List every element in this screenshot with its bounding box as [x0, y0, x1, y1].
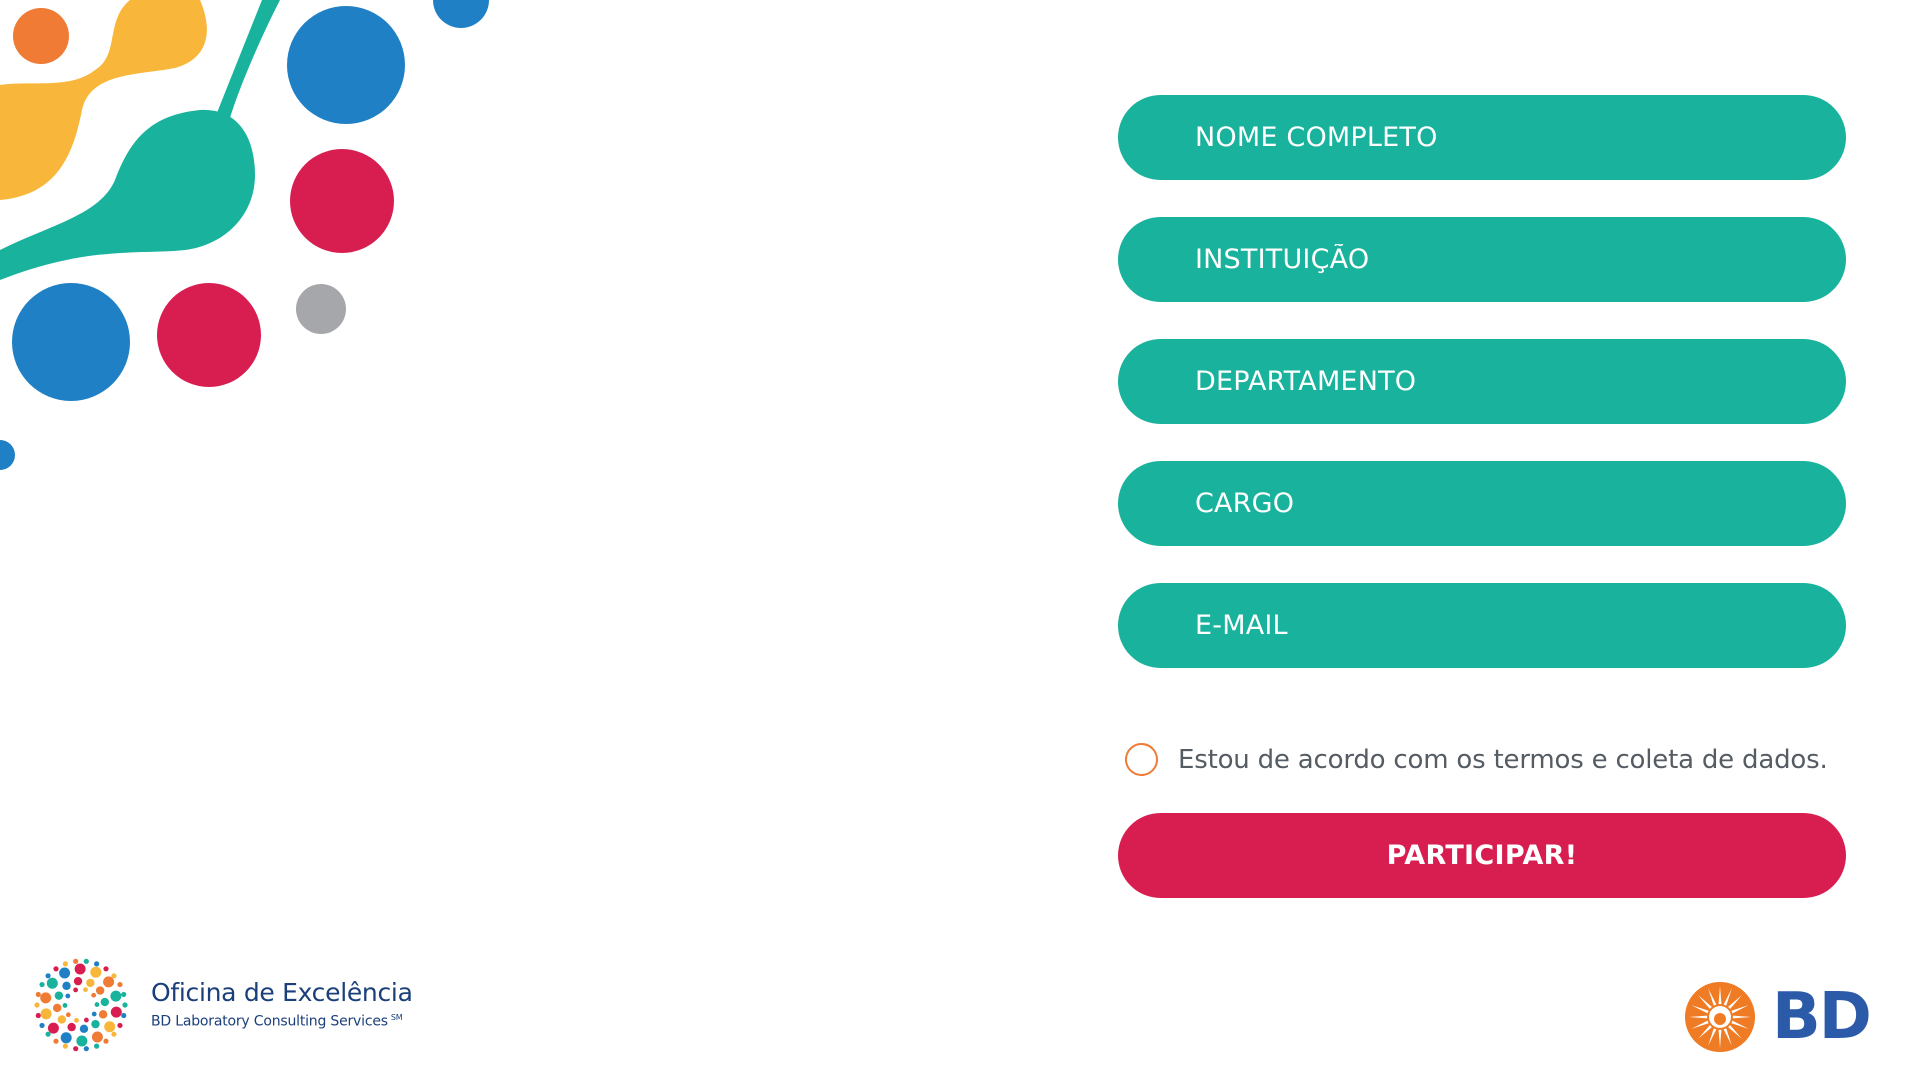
logo-dot	[121, 991, 127, 998]
blue-dot	[12, 283, 130, 401]
logo-dot	[83, 1046, 89, 1052]
logo-dot	[100, 997, 110, 1007]
oficina-brand-subtitle-text: BD Laboratory Consulting Services	[151, 1013, 388, 1030]
logo-dot	[53, 966, 59, 972]
logo-dot	[117, 1022, 123, 1029]
logo-dot	[47, 1022, 59, 1034]
logo-dot	[83, 1017, 89, 1023]
logo-dot	[73, 976, 83, 986]
logo-dot	[103, 1038, 109, 1044]
logo-dot	[39, 981, 45, 988]
orange-dot	[13, 8, 69, 64]
logo-dot	[94, 1043, 100, 1049]
bd-sun-core	[1714, 1013, 1726, 1025]
decorative-shapes	[0, 0, 489, 470]
logo-dot	[91, 1031, 103, 1043]
logo-dot	[60, 1032, 72, 1044]
institution-input[interactable]	[1118, 217, 1846, 302]
consent-row[interactable]: Estou de acordo com os termos e coleta d…	[1125, 743, 1828, 776]
logo-dot	[121, 1012, 127, 1019]
logo-dot	[74, 1017, 79, 1023]
consent-label: Estou de acordo com os termos e coleta d…	[1178, 744, 1828, 775]
logo-dot	[46, 977, 58, 989]
logo-dot	[76, 1035, 88, 1047]
logo-dot	[35, 991, 41, 998]
logo-dot	[117, 981, 123, 988]
bd-sun-logo-icon	[1685, 982, 1755, 1052]
logo-dot	[39, 1022, 45, 1029]
blue-dot	[287, 6, 405, 124]
full-name-input[interactable]	[1118, 95, 1846, 180]
logo-dot	[91, 992, 97, 998]
logo-dot	[91, 1019, 100, 1029]
logo-dot	[86, 978, 95, 988]
job-title-input[interactable]	[1118, 461, 1846, 546]
logo-dot	[74, 963, 86, 975]
oficina-flower-logo-icon	[34, 958, 128, 1052]
oficina-brand-subtitle: BD Laboratory Consulting Services SM	[151, 1008, 413, 1032]
logo-dot	[40, 992, 52, 1004]
logo-dot	[90, 966, 102, 978]
logo-dot	[79, 1024, 89, 1034]
gray-dot	[296, 284, 346, 334]
participate-button[interactable]: PARTICIPAR!	[1118, 813, 1846, 898]
logo-dot	[110, 990, 122, 1002]
logo-dot	[103, 976, 115, 988]
logo-dot	[103, 966, 109, 972]
service-mark: SM	[390, 1013, 403, 1023]
logo-dot	[73, 1046, 79, 1052]
logo-dot	[34, 1002, 40, 1008]
logo-dot	[111, 1031, 117, 1037]
logo-dot	[111, 973, 117, 979]
logo-dot	[57, 1015, 67, 1024]
logo-dot	[73, 987, 79, 993]
logo-dot	[62, 961, 68, 967]
logo-dot	[83, 987, 88, 993]
blue-dot	[433, 0, 489, 28]
logo-dot	[62, 1043, 68, 1049]
oficina-brand-text: Oficina de Excelência BD Laboratory Cons…	[151, 978, 413, 1032]
logo-dot	[52, 1003, 62, 1013]
logo-dot	[45, 973, 51, 979]
logo-dot	[73, 958, 79, 964]
red-dot	[157, 283, 261, 387]
logo-dot	[94, 961, 100, 967]
bd-brand: BD	[1684, 980, 1872, 1054]
logo-dot	[94, 1002, 100, 1007]
logo-dot	[65, 993, 71, 999]
registration-page: Estou de acordo com os termos e coleta d…	[0, 0, 1920, 1080]
logo-dot	[35, 1012, 41, 1019]
logo-dot	[95, 986, 105, 995]
bd-wordmark: BD	[1772, 980, 1872, 1054]
logo-dot	[122, 1002, 128, 1008]
logo-dot	[45, 1031, 51, 1037]
logo-dot	[83, 958, 89, 964]
logo-dot	[59, 967, 71, 979]
logo-dot	[40, 1008, 52, 1020]
logo-dot	[54, 991, 64, 1000]
logo-dot	[53, 1038, 59, 1044]
email-input[interactable]	[1118, 583, 1846, 668]
blue-dot	[0, 440, 15, 470]
logo-dot	[67, 1022, 76, 1032]
logo-dot	[104, 1021, 116, 1033]
department-input[interactable]	[1118, 339, 1846, 424]
consent-radio[interactable]	[1125, 743, 1158, 776]
oficina-brand: Oficina de Excelência BD Laboratory Cons…	[33, 957, 413, 1053]
logo-dot	[98, 1010, 108, 1019]
logo-dot	[65, 1012, 71, 1018]
registration-form	[1118, 95, 1846, 705]
oficina-brand-title: Oficina de Excelência	[151, 978, 413, 1008]
red-dot	[290, 149, 394, 253]
logo-dot	[110, 1006, 122, 1018]
logo-dot	[91, 1011, 97, 1017]
logo-dot	[62, 981, 71, 991]
logo-dot	[62, 1003, 68, 1008]
